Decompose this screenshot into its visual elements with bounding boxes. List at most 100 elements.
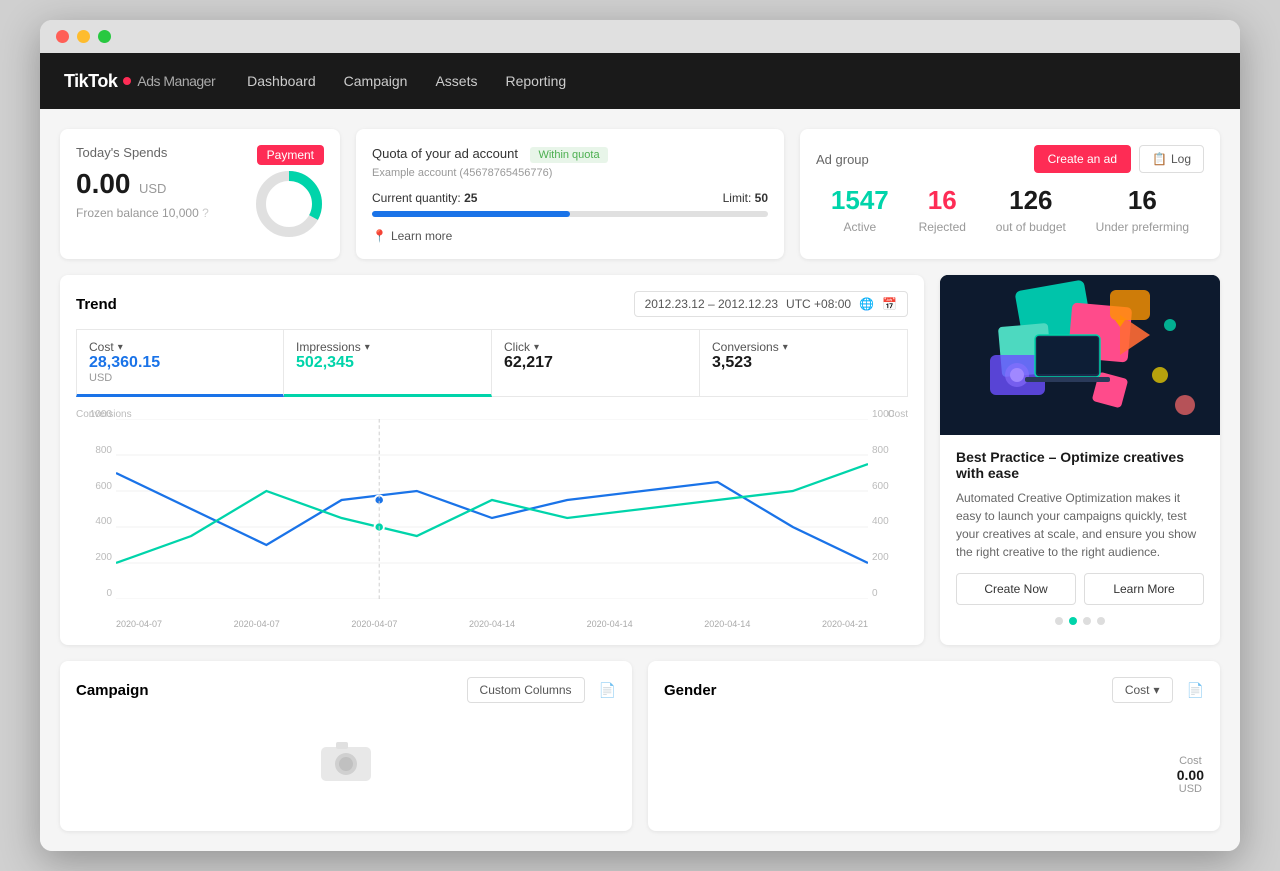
within-quota-badge: Within quota xyxy=(530,147,607,163)
promo-body: Best Practice – Optimize creatives with … xyxy=(940,435,1220,639)
donut-chart xyxy=(254,169,324,239)
custom-columns-button[interactable]: Custom Columns xyxy=(467,677,585,703)
promo-description: Automated Creative Optimization makes it… xyxy=(956,489,1204,561)
nav-campaign[interactable]: Campaign xyxy=(344,73,408,89)
adgroup-actions: Create an ad 📋 Log xyxy=(1034,145,1204,173)
export-icon-gender[interactable]: 📄 xyxy=(1187,682,1204,699)
gender-card: Gender Cost ▾ 📄 Cost 0.00 USD xyxy=(648,661,1220,831)
chevron-down-icon: ▾ xyxy=(118,342,123,353)
trend-title: Trend xyxy=(76,296,117,313)
cost-currency: USD xyxy=(1177,783,1204,795)
promo-dot-4[interactable] xyxy=(1097,617,1105,625)
campaign-card: Campaign Custom Columns 📄 xyxy=(60,661,632,831)
metric-cost-unit: USD xyxy=(89,372,271,384)
metric-conversions-label: Conversions ▾ xyxy=(712,340,895,354)
metric-tab-conversions[interactable]: Conversions ▾ 3,523 xyxy=(700,329,908,397)
promo-dot-3[interactable] xyxy=(1083,617,1091,625)
question-icon[interactable]: ? xyxy=(202,206,209,220)
timezone-icon: 🌐 xyxy=(859,297,874,311)
y-axis-right: 10008006004002000 xyxy=(872,409,908,599)
bottom-row: Campaign Custom Columns 📄 xyxy=(60,661,1220,831)
cost-dropdown[interactable]: Cost ▾ xyxy=(1112,677,1173,703)
promo-card: Best Practice – Optimize creatives with … xyxy=(940,275,1220,645)
nav-reporting[interactable]: Reporting xyxy=(505,73,566,89)
quota-qty-row: Current quantity: 25 Limit: 50 xyxy=(372,191,768,205)
spend-amount: 0.00 xyxy=(76,168,131,199)
nav-assets[interactable]: Assets xyxy=(435,73,477,89)
export-icon[interactable]: 📄 xyxy=(599,682,616,699)
date-range-text: 2012.23.12 – 2012.12.23 xyxy=(645,297,778,311)
metric-tabs: Cost ▾ 28,360.15 USD Impressions ▾ 502,3… xyxy=(76,329,908,397)
campaign-actions: Custom Columns 📄 xyxy=(467,677,616,703)
nav-links: Dashboard Campaign Assets Reporting xyxy=(247,73,566,89)
app-window: TikTok Ads Manager Dashboard Campaign As… xyxy=(40,20,1240,851)
spend-currency: USD xyxy=(139,181,166,196)
create-ad-button[interactable]: Create an ad xyxy=(1034,145,1131,173)
main-content: Today's Spends Payment 0.00 USD Frozen b… xyxy=(40,109,1240,851)
trend-card: Trend 2012.23.12 – 2012.12.23 UTC +08:00… xyxy=(60,275,924,645)
promo-image xyxy=(940,275,1220,435)
gender-title: Gender xyxy=(664,682,717,699)
metric-impressions-value: 502,345 xyxy=(296,354,479,372)
right-axis-label: Cost xyxy=(887,409,908,420)
adgroup-header: Ad group Create an ad 📋 Log xyxy=(816,145,1204,173)
stat-outofbudget: 126 out of budget xyxy=(996,185,1066,234)
minimize-button[interactable] xyxy=(77,30,90,43)
calendar-icon[interactable]: 📅 xyxy=(882,297,897,311)
metric-click-label: Click ▾ xyxy=(504,340,687,354)
maximize-button[interactable] xyxy=(98,30,111,43)
stat-underperforming-label: Under preferming xyxy=(1096,220,1189,234)
trend-chart: 10008006004002000 10008006004002000 Conv… xyxy=(76,409,908,629)
logo-sub: Ads Manager xyxy=(137,73,215,89)
campaign-header: Campaign Custom Columns 📄 xyxy=(76,677,616,703)
trend-svg xyxy=(116,419,868,599)
adgroup-title: Ad group xyxy=(816,152,869,167)
stat-underperforming-value: 16 xyxy=(1096,185,1189,216)
close-button[interactable] xyxy=(56,30,69,43)
log-button[interactable]: 📋 Log xyxy=(1139,145,1204,173)
create-now-button[interactable]: Create Now xyxy=(956,573,1076,605)
metric-cost-label: Cost ▾ xyxy=(89,340,271,354)
adgroup-stats: 1547 Active 16 Rejected 126 out of budge… xyxy=(816,185,1204,234)
gender-actions: Cost ▾ 📄 xyxy=(1112,677,1204,703)
stat-outofbudget-label: out of budget xyxy=(996,220,1066,234)
adgroup-card: Ad group Create an ad 📋 Log 1547 Active xyxy=(800,129,1220,259)
promo-dot-1[interactable] xyxy=(1055,617,1063,625)
stat-rejected-label: Rejected xyxy=(919,220,966,234)
stat-outofbudget-value: 126 xyxy=(996,185,1066,216)
nav-dashboard[interactable]: Dashboard xyxy=(247,73,316,89)
y-axis-left: 10008006004002000 xyxy=(76,409,112,599)
promo-dot-2[interactable] xyxy=(1069,617,1077,625)
gender-header: Gender Cost ▾ 📄 xyxy=(664,677,1204,703)
timezone-text: UTC +08:00 xyxy=(786,297,851,311)
metric-tab-impressions[interactable]: Impressions ▾ 502,345 xyxy=(284,329,492,397)
title-bar xyxy=(40,20,1240,53)
chevron-down-icon4: ▾ xyxy=(783,342,788,353)
quota-limit: 50 xyxy=(755,191,768,205)
trend-row: Trend 2012.23.12 – 2012.12.23 UTC +08:00… xyxy=(60,275,1220,645)
metric-impressions-label: Impressions ▾ xyxy=(296,340,479,354)
empty-state-icon xyxy=(316,735,376,785)
logo-dot xyxy=(123,77,131,85)
promo-actions: Create Now Learn More xyxy=(956,573,1204,605)
learn-more-button[interactable]: Learn More xyxy=(1084,573,1204,605)
metric-tab-click[interactable]: Click ▾ 62,217 xyxy=(492,329,700,397)
stat-active: 1547 Active xyxy=(831,185,889,234)
gender-chart-area: Cost 0.00 USD xyxy=(664,715,1204,795)
payment-button[interactable]: Payment xyxy=(257,145,324,165)
metric-tab-cost[interactable]: Cost ▾ 28,360.15 USD xyxy=(76,329,284,397)
x-axis-labels: 2020-04-07 2020-04-07 2020-04-07 2020-04… xyxy=(116,619,868,629)
spend-card: Today's Spends Payment 0.00 USD Frozen b… xyxy=(60,129,340,259)
gender-cost-display: Cost 0.00 USD xyxy=(1177,755,1204,795)
promo-illustration xyxy=(940,275,1220,435)
metric-conversions-value: 3,523 xyxy=(712,354,895,372)
learn-more-link[interactable]: 📍 Learn more xyxy=(372,229,768,243)
quota-account: Example account (45678765456776) xyxy=(372,167,768,179)
promo-dots xyxy=(956,617,1204,625)
pin-icon: 📍 xyxy=(372,229,387,243)
trend-header: Trend 2012.23.12 – 2012.12.23 UTC +08:00… xyxy=(76,291,908,317)
navbar: TikTok Ads Manager Dashboard Campaign As… xyxy=(40,53,1240,109)
chevron-icon: ▾ xyxy=(1154,683,1160,697)
quota-current: 25 xyxy=(464,191,477,205)
date-range-picker[interactable]: 2012.23.12 – 2012.12.23 UTC +08:00 🌐 📅 xyxy=(634,291,908,317)
